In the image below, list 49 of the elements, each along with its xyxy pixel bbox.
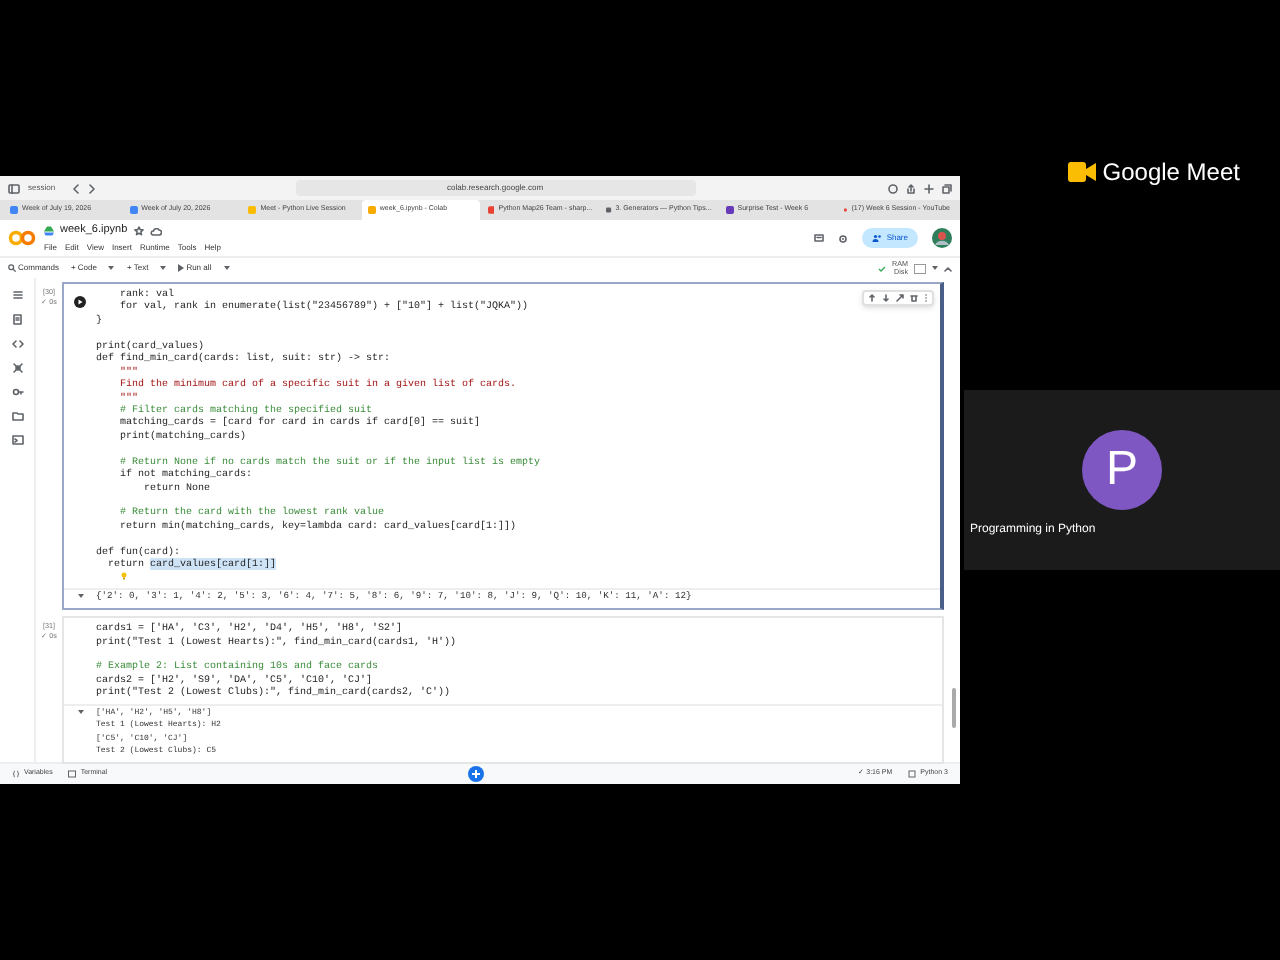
favicon-icon (725, 206, 734, 214)
assistant-icon[interactable] (467, 766, 484, 782)
tabs-icon[interactable] (942, 183, 952, 193)
favicon-icon (606, 206, 612, 214)
braces-icon (12, 770, 20, 778)
back-icon[interactable] (71, 183, 80, 193)
star-icon[interactable] (133, 226, 144, 236)
code-icon[interactable] (11, 338, 23, 350)
caret-icon[interactable] (108, 266, 115, 270)
settings-icon[interactable] (838, 233, 849, 243)
trash-icon[interactable] (910, 294, 918, 302)
link-icon[interactable] (896, 294, 904, 302)
folder-icon[interactable] (11, 410, 23, 422)
run-button-icon[interactable] (74, 296, 86, 308)
favicon-icon (487, 206, 495, 214)
collapse-icon[interactable] (944, 265, 952, 271)
toc-icon[interactable] (11, 290, 23, 302)
key-icon[interactable] (11, 386, 23, 398)
camera-icon (1068, 162, 1097, 182)
cloud-icon (149, 227, 162, 235)
meet-logo-text: Google Meet (1102, 156, 1240, 190)
search-icon (8, 264, 16, 272)
people-icon (872, 234, 883, 242)
avatar-icon[interactable] (932, 228, 952, 248)
collapse-output-icon[interactable] (77, 709, 83, 714)
arrow-down-icon[interactable] (882, 294, 890, 302)
collapse-output-icon[interactable] (77, 594, 83, 599)
caret-icon[interactable] (223, 266, 230, 270)
document-icon[interactable] (11, 314, 23, 326)
arrow-up-icon[interactable] (868, 294, 876, 302)
caret-icon[interactable] (160, 266, 167, 270)
logo-icon (8, 230, 36, 246)
participant-avatar: P (1082, 430, 1162, 510)
terminal-icon[interactable] (11, 434, 23, 446)
plus-icon[interactable] (924, 183, 934, 193)
favicon-icon (248, 206, 257, 214)
play-icon (178, 264, 185, 272)
scrollbar[interactable] (952, 688, 956, 728)
terminal-icon (68, 770, 77, 778)
comment-icon[interactable] (814, 233, 825, 243)
caret-icon[interactable] (932, 266, 938, 270)
share-icon[interactable] (906, 183, 916, 193)
favicon-icon (129, 206, 138, 214)
sidebar-icon[interactable] (8, 183, 20, 193)
favicon-icon (367, 206, 376, 214)
check-icon (878, 265, 886, 271)
favicon-icon (10, 206, 18, 214)
forward-icon[interactable] (87, 183, 96, 193)
drive-icon (44, 226, 54, 236)
